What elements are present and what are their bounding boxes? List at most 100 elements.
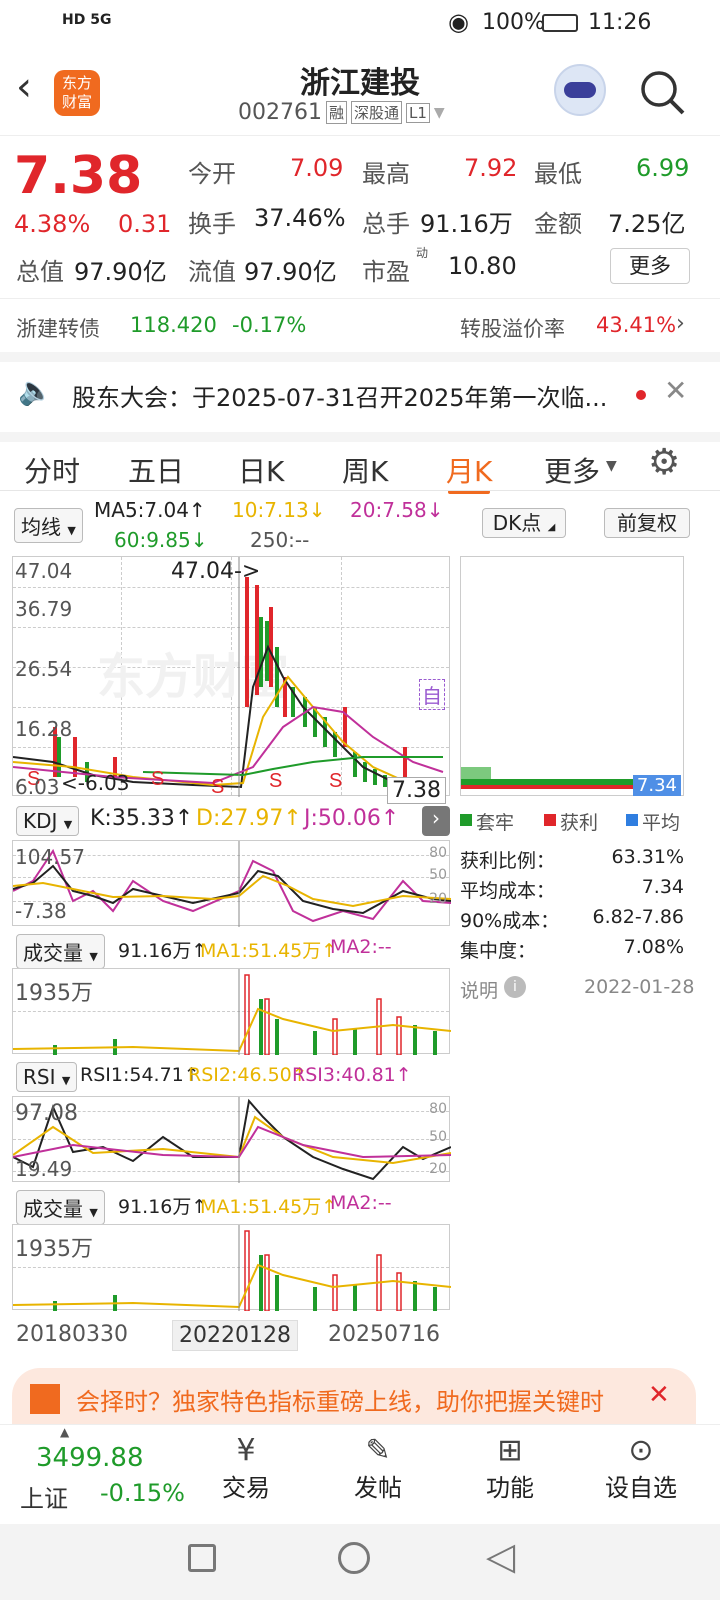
- tab-daily-k[interactable]: 日K: [238, 450, 284, 490]
- trade-button[interactable]: ¥ 交易: [206, 1425, 286, 1525]
- unread-dot: [636, 390, 646, 400]
- stat-label: 获利比例：: [460, 850, 556, 872]
- recent-apps-button[interactable]: [188, 1544, 216, 1572]
- notice-bar[interactable]: 🔈 股东大会：于2025-07-31召开2025年第一次临... ✕: [0, 352, 720, 422]
- change-percent: 4.38%: [14, 210, 91, 238]
- trade-label: 交易: [222, 1474, 270, 1502]
- kline-svg: SSS SS: [13, 557, 444, 797]
- premium-value: 43.41%: [596, 313, 677, 337]
- back-nav-button[interactable]: ◁: [486, 1534, 515, 1578]
- axis-label: 26.54: [15, 657, 73, 681]
- svg-text:S: S: [211, 776, 224, 797]
- tab-five-day[interactable]: 五日: [128, 450, 184, 490]
- amount-value: 7.25亿: [608, 210, 686, 238]
- close-icon[interactable]: ✕: [664, 374, 687, 407]
- kdj-chart[interactable]: 104.57 -7.38 80 50 20: [12, 840, 451, 927]
- pe-label: 市盈: [362, 258, 410, 286]
- svg-text:S: S: [269, 770, 282, 792]
- adjust-selector[interactable]: 前复权: [604, 508, 690, 538]
- volume2-chart[interactable]: 1935万: [12, 1224, 451, 1311]
- rsi-level: 20: [429, 1161, 447, 1177]
- kline-chart[interactable]: 东方财富 SSS SS 47.04 36.79 26.54 16.28 6.03…: [12, 556, 450, 804]
- post-button[interactable]: ✎ 发帖: [338, 1425, 418, 1525]
- margin-tag: 融: [325, 101, 347, 124]
- tab-more[interactable]: 更多: [544, 450, 600, 490]
- float-value: 97.90亿: [244, 258, 337, 286]
- more-dots-icon: ⊙: [628, 1433, 654, 1468]
- volume-label: 总手: [362, 210, 410, 238]
- tab-monthly-k[interactable]: 月K: [446, 450, 492, 490]
- chevron-right-icon[interactable]: ›: [422, 806, 450, 836]
- bond-name: 浙建转债: [16, 317, 100, 341]
- dk-selector[interactable]: DK点 ◢: [482, 508, 566, 538]
- explain-link[interactable]: 说明: [460, 976, 498, 1003]
- bond-price: 118.420: [130, 313, 217, 337]
- robot-avatar-icon[interactable]: [554, 64, 606, 116]
- volume2-selector[interactable]: 成交量 ▼: [16, 1190, 105, 1225]
- kdj-level: 80: [429, 845, 447, 861]
- index-ticker[interactable]: ▲ 3499.88 上证 -0.15%: [0, 1425, 200, 1525]
- rsi-chart[interactable]: 97.08 19.49 80 50 20: [12, 1096, 451, 1183]
- volume-chart[interactable]: 1935万: [12, 968, 451, 1055]
- stat-value: 63.31%: [611, 846, 684, 868]
- open-label: 今开: [188, 160, 236, 188]
- rsi-selector[interactable]: RSI ▼: [16, 1062, 78, 1092]
- search-icon[interactable]: [638, 68, 686, 116]
- svg-text:S: S: [151, 768, 164, 790]
- chip-distribution-chart[interactable]: 7.34: [460, 556, 684, 796]
- kdj-ymax: 104.57: [15, 845, 85, 869]
- ma-selector-label: 均线: [21, 515, 61, 539]
- ma-selector[interactable]: 均线 ▼: [14, 508, 83, 543]
- axis-label: 16.28: [15, 717, 73, 741]
- level-tag: L1: [406, 102, 430, 123]
- convertible-bond-row[interactable]: 浙建转债 118.420 -0.17% 转股溢价率 43.41% ›: [0, 298, 720, 352]
- volume-selector[interactable]: 成交量 ▼: [16, 934, 105, 969]
- last-price-tag: 7.38: [387, 777, 446, 804]
- more-button[interactable]: 更多: [610, 248, 690, 284]
- promo-banner[interactable]: 会择时？独家特色指标重磅上线，助你把握关键时 ✕: [12, 1368, 696, 1424]
- bottom-toolbar: ▲ 3499.88 上证 -0.15% ¥ 交易 ✎ 发帖 ⊞ 功能 ⊙ 设自选: [0, 1424, 720, 1524]
- functions-button[interactable]: ⊞ 功能: [470, 1425, 550, 1525]
- chevron-down-icon[interactable]: ▼: [434, 105, 445, 121]
- gear-icon[interactable]: ⚙: [648, 442, 680, 483]
- chart-tabs: 分时 五日 日K 周K 月K 更多 ▼ ⚙: [0, 432, 720, 494]
- chevron-down-icon: ▼: [606, 458, 617, 474]
- add-watchlist-button[interactable]: ⊙ 设自选: [596, 1425, 686, 1525]
- volume2-selector-label: 成交量: [23, 1197, 83, 1221]
- rsi-legend: RSI ▼ RSI1:54.71↑ RSI2:46.50↑ RSI3:40.81…: [12, 1062, 450, 1092]
- index-name: 上证: [20, 1485, 68, 1513]
- rsi-level: 50: [429, 1129, 447, 1145]
- close-icon[interactable]: ✕: [648, 1380, 670, 1410]
- status-bar: HD 5G ◉ 100% 11:26: [0, 0, 720, 48]
- chip-date: 2022-01-28: [584, 976, 695, 998]
- volume2-ma1: MA1:51.45万↑: [200, 1196, 338, 1218]
- promo-icon: [30, 1384, 60, 1414]
- min-price-marker: <-6.03: [61, 771, 130, 795]
- date-label: 20180330: [16, 1322, 128, 1347]
- last-price: 7.38: [14, 146, 143, 206]
- functions-label: 功能: [486, 1474, 534, 1502]
- rsi2-value: RSI2:46.50↑: [188, 1064, 308, 1086]
- system-nav-bar: ◁: [0, 1524, 720, 1600]
- axis-label: 6.03: [15, 775, 60, 799]
- post-label: 发帖: [354, 1474, 402, 1502]
- kdj-selector[interactable]: KDJ ▼: [16, 806, 80, 836]
- rsi-ymin: 19.49: [15, 1157, 73, 1181]
- pe-value: 10.80: [448, 252, 517, 280]
- kdj-ymin: -7.38: [15, 899, 67, 923]
- add-watchlist-label: 设自选: [605, 1474, 677, 1502]
- info-icon[interactable]: i: [504, 976, 526, 998]
- ma60-label: 60:9.85↓: [114, 528, 208, 552]
- float-label: 流值: [188, 258, 236, 286]
- stat-label: 平均成本：: [460, 880, 556, 902]
- stock-code: 002761: [238, 100, 322, 125]
- tab-intraday[interactable]: 分时: [24, 450, 80, 490]
- stat-value: 7.34: [641, 876, 684, 898]
- legend-swatch: [544, 814, 556, 826]
- pe-sup: 动: [416, 246, 429, 260]
- bond-pct: -0.17%: [232, 313, 307, 337]
- stat-value: 6.82-7.86: [592, 906, 684, 928]
- volume2-ymax: 1935万: [15, 1237, 93, 1262]
- tab-weekly-k[interactable]: 周K: [342, 450, 388, 490]
- home-button[interactable]: [338, 1542, 370, 1574]
